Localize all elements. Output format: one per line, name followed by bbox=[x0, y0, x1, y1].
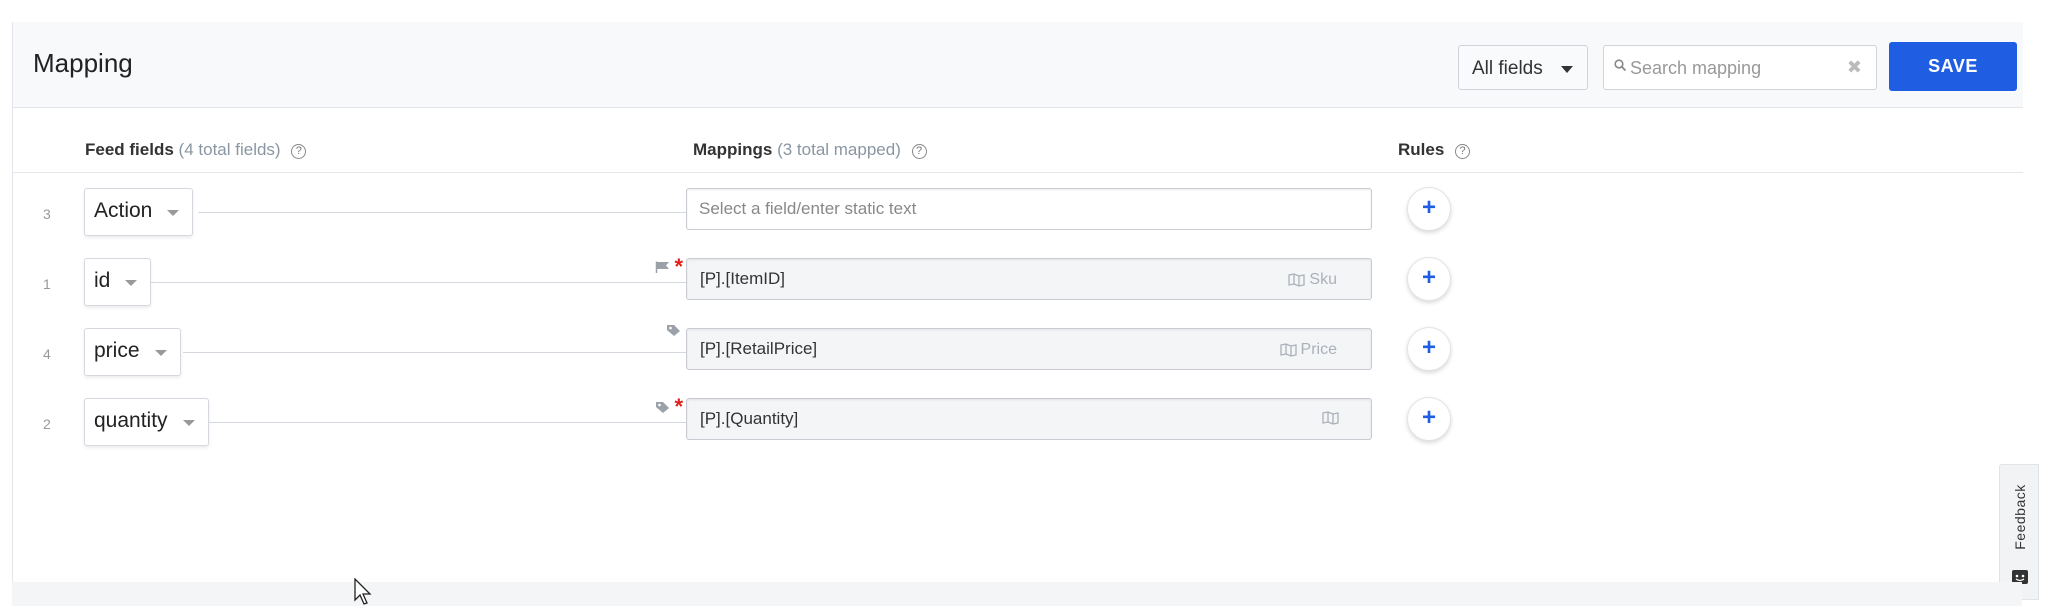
chevron-down-icon bbox=[154, 350, 167, 356]
mapping-value: [P].[Quantity] bbox=[700, 409, 799, 428]
clear-search-icon[interactable]: ✖ bbox=[1847, 57, 1862, 78]
save-button[interactable]: SAVE bbox=[1889, 42, 2017, 91]
mapping-value: [P].[ItemID] bbox=[700, 269, 786, 288]
bottom-strip bbox=[12, 582, 2022, 606]
add-rule-button[interactable]: + bbox=[1407, 327, 1451, 371]
mapping-input[interactable]: [P].[ItemID] Sku bbox=[686, 258, 1372, 300]
mapping-tag-label: Price bbox=[1300, 341, 1337, 358]
map-icon bbox=[1322, 411, 1339, 425]
column-header-mappings: Mappings (3 total mapped) ? bbox=[693, 140, 927, 160]
add-rule-button[interactable]: + bbox=[1407, 397, 1451, 441]
search-input[interactable] bbox=[1630, 54, 1840, 82]
mapping-row: 1 id * [P].[ItemID] Sku + bbox=[13, 254, 2023, 313]
feedback-label: Feedback bbox=[2012, 484, 2028, 550]
page-title: Mapping bbox=[33, 48, 133, 78]
connector-line bbox=[198, 212, 686, 213]
connector-line bbox=[151, 282, 686, 283]
mapping-row: 2 quantity * [P].[Quantity] + bbox=[13, 394, 2023, 453]
feedback-tab[interactable]: Feedback bbox=[1999, 464, 2039, 600]
help-icon[interactable]: ? bbox=[911, 144, 927, 159]
mapping-panel: Mapping All fields ✖ SAVE Feed fields (4… bbox=[12, 22, 2039, 600]
feed-field-label: price bbox=[94, 339, 140, 362]
help-icon[interactable]: ? bbox=[291, 144, 307, 159]
mapping-tag: Sku bbox=[1288, 271, 1337, 289]
chevron-down-icon bbox=[1561, 66, 1573, 73]
help-icon[interactable]: ? bbox=[1455, 144, 1471, 159]
field-markers: * bbox=[655, 394, 683, 419]
column-header-mappings-label: Mappings bbox=[693, 140, 773, 159]
flag-icon bbox=[656, 261, 670, 273]
page: Mapping All fields ✖ SAVE Feed fields (4… bbox=[0, 0, 2048, 606]
feed-field-dropdown[interactable]: Action bbox=[84, 188, 194, 236]
feed-field-dropdown[interactable]: price bbox=[84, 328, 181, 376]
mapping-input[interactable]: [P].[RetailPrice] Price bbox=[686, 328, 1372, 370]
column-divider bbox=[13, 172, 2023, 173]
field-markers: * bbox=[655, 254, 683, 279]
mapping-tag: Price bbox=[1279, 341, 1337, 359]
tag-icon bbox=[667, 325, 680, 336]
tag-icon bbox=[656, 401, 670, 413]
required-marker: * bbox=[674, 394, 683, 419]
feed-field-label: Action bbox=[94, 199, 153, 222]
field-markers bbox=[666, 324, 681, 337]
chevron-down-icon bbox=[182, 420, 195, 426]
search-box: ✖ bbox=[1603, 45, 1877, 90]
column-header-rules: Rules ? bbox=[1398, 140, 1471, 160]
column-header-feed-fields-label: Feed fields bbox=[85, 140, 174, 159]
mapping-field-input[interactable] bbox=[699, 196, 1299, 222]
feed-field-dropdown[interactable]: id bbox=[84, 258, 152, 306]
mapping-tag-label: Sku bbox=[1309, 271, 1337, 288]
mapping-input[interactable]: [P].[Quantity] bbox=[686, 398, 1372, 440]
mapping-input[interactable] bbox=[686, 188, 1372, 230]
add-rule-button[interactable]: + bbox=[1407, 257, 1451, 301]
add-rule-button[interactable]: + bbox=[1407, 187, 1451, 231]
chevron-down-icon bbox=[125, 280, 138, 286]
row-number: 3 bbox=[43, 206, 51, 222]
feed-field-dropdown[interactable]: quantity bbox=[84, 398, 209, 446]
field-filter-label: All fields bbox=[1472, 58, 1543, 79]
column-header-feed-fields: Feed fields (4 total fields) ? bbox=[85, 140, 307, 160]
required-marker: * bbox=[674, 254, 683, 279]
mapping-value: [P].[RetailPrice] bbox=[700, 339, 818, 358]
feed-field-label: quantity bbox=[94, 409, 168, 432]
mapping-row: 3 Action + bbox=[13, 187, 2023, 243]
map-icon bbox=[1279, 343, 1297, 357]
field-filter-dropdown[interactable]: All fields bbox=[1458, 45, 1588, 90]
mappings-count: (3 total mapped) bbox=[777, 140, 901, 159]
mouse-cursor-icon bbox=[354, 578, 372, 605]
feed-fields-count: (4 total fields) bbox=[178, 140, 281, 159]
column-header-rules-label: Rules bbox=[1398, 140, 1445, 159]
mapping-header: Mapping All fields ✖ SAVE bbox=[13, 22, 2023, 108]
mapping-tag bbox=[1322, 411, 1339, 425]
row-number: 4 bbox=[43, 346, 51, 362]
row-number: 2 bbox=[43, 416, 51, 432]
connector-line bbox=[183, 352, 686, 353]
feed-field-label: id bbox=[94, 269, 111, 292]
chevron-down-icon bbox=[167, 210, 180, 216]
mapping-row: 4 price [P].[RetailPrice] Price + bbox=[13, 325, 2023, 383]
map-icon bbox=[1288, 273, 1306, 287]
connector-line bbox=[209, 422, 686, 423]
row-number: 1 bbox=[43, 276, 51, 292]
search-icon bbox=[1614, 59, 1627, 72]
